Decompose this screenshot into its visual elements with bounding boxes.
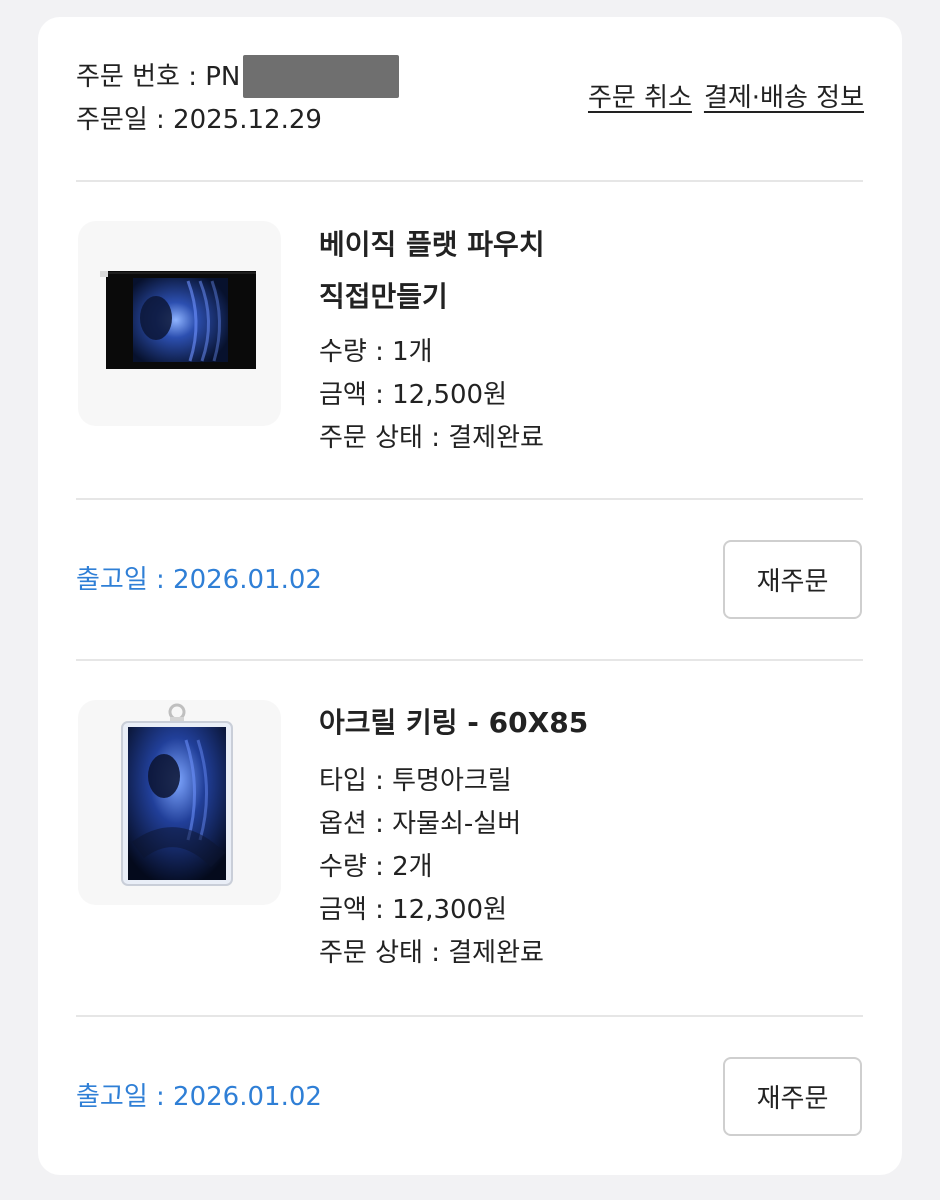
ship-date: 출고일 : 2026.01.02 xyxy=(76,565,322,595)
reorder-button[interactable]: 재주문 xyxy=(723,540,862,619)
item-details: 수량 : 1개 금액 : 12,500원 주문 상태 : 결제완료 xyxy=(319,331,544,460)
cancel-order-link[interactable]: 주문 취소 xyxy=(588,81,692,115)
item-details: 타입 : 투명아크릴 옵션 : 자물쇠-실버 수량 : 2개 금액 : 12,3… xyxy=(319,760,544,975)
product-name[interactable]: 아크릴 키링 - 60X85 xyxy=(319,697,588,749)
payment-shipping-info-link[interactable]: 결제·배송 정보 xyxy=(704,81,864,115)
quantity: 수량 : 1개 xyxy=(319,337,433,367)
product-name-line1[interactable]: 베이직 플랫 파우치 xyxy=(319,219,545,271)
ship-date: 출고일 : 2026.01.02 xyxy=(76,1082,322,1112)
product-image-keyring[interactable] xyxy=(78,700,281,905)
divider xyxy=(76,659,863,661)
divider xyxy=(76,180,863,182)
order-number: 주문 번호 : PN xyxy=(76,62,241,92)
price: 금액 : 12,300원 xyxy=(319,895,508,925)
reorder-button[interactable]: 재주문 xyxy=(723,1057,862,1136)
divider xyxy=(76,1015,863,1017)
order-date: 주문일 : 2025.12.29 xyxy=(76,105,322,135)
quantity: 수량 : 2개 xyxy=(319,852,433,882)
order-status: 주문 상태 : 결제완료 xyxy=(319,938,544,968)
order-number-redaction xyxy=(243,55,399,98)
product-name-line2[interactable]: 직접만들기 xyxy=(319,271,448,323)
product-image-pouch[interactable] xyxy=(78,221,281,426)
divider xyxy=(76,498,863,500)
type: 타입 : 투명아크릴 xyxy=(319,766,512,796)
option: 옵션 : 자물쇠-실버 xyxy=(319,809,522,839)
order-actions: 주문 취소 결제·배송 정보 xyxy=(588,81,864,115)
order-status: 주문 상태 : 결제완료 xyxy=(319,423,544,453)
price: 금액 : 12,500원 xyxy=(319,380,508,410)
